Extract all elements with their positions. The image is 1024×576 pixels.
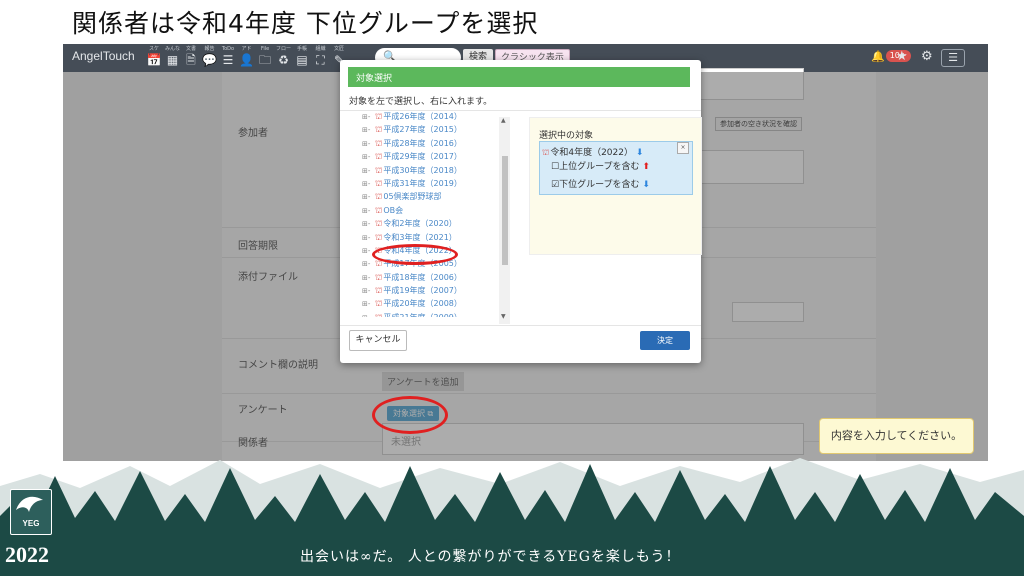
group-icon: ⛫ <box>375 152 383 162</box>
selected-item-label: 令和4年度（2022） <box>550 148 633 158</box>
expand-icon[interactable]: ⊞- <box>362 258 375 271</box>
up-arrow-icon: ⬆ <box>642 162 650 172</box>
expand-icon[interactable]: ⊞- <box>362 178 375 191</box>
include-upper-checkbox[interactable]: ☐ <box>551 162 559 172</box>
expand-icon[interactable]: ⊞- <box>362 138 375 151</box>
target-select-modal: 対象選択 × 対象を左で選択し、右に入れます。 ⊞- ⛫平成26年度（2014） ⊞… <box>340 60 702 363</box>
group-icon: ⛫ <box>375 192 383 202</box>
decide-button[interactable]: 決定 <box>640 331 690 350</box>
scroll-down-icon[interactable]: ▼ <box>501 313 506 320</box>
expand-icon[interactable]: ⊞- <box>362 111 375 124</box>
remove-selected-button[interactable]: × <box>677 142 689 154</box>
close-icon[interactable]: × <box>692 71 700 81</box>
tree-item[interactable]: ⊞- ⛫平成28年度（2016） <box>362 137 509 150</box>
highlight-circle-tree-item <box>372 244 458 265</box>
brand-logo[interactable]: AngelTouch <box>72 49 135 63</box>
selected-title: 選択中の対象 <box>539 131 594 141</box>
modal-title: 対象選択 <box>356 74 393 84</box>
bell-icon: 🔔 <box>871 50 885 63</box>
yeg-logo: YEG <box>10 489 52 535</box>
include-upper-label: 上位グループを含む <box>559 162 640 172</box>
menu-button[interactable]: ☰ <box>941 49 965 67</box>
include-lower-checkbox[interactable]: ☑ <box>551 180 559 190</box>
selected-item-name: ⛫令和4年度（2022） ⬇ <box>542 145 643 158</box>
group-icon: ⛫ <box>375 219 383 229</box>
tree-item[interactable]: ⊞- ⛫平成20年度（2008） <box>362 297 509 310</box>
expand-icon[interactable]: ⊞- <box>362 205 375 218</box>
highlight-circle-select-button <box>372 396 448 434</box>
nav-item-label: 文匠 <box>333 46 344 52</box>
tree-item[interactable]: ⊞- ⛫05倶楽部野球部 <box>362 190 509 203</box>
tree-item-label: 平成30年度（2018） <box>383 165 462 175</box>
group-icon: ⛫ <box>375 272 383 282</box>
tree-item-label: 平成26年度（2014） <box>383 112 462 121</box>
expand-icon[interactable]: ⊞- <box>362 191 375 204</box>
tree-item[interactable]: ⊞- ⛫令和3年度（2021） <box>362 231 509 244</box>
expand-icon[interactable]: ⊞- <box>362 218 375 231</box>
tree-item-label: 令和2年度（2020） <box>383 219 457 229</box>
scrollbar-thumb[interactable] <box>502 156 508 265</box>
tree-item-label: 平成28年度（2016） <box>383 138 462 148</box>
tree-item[interactable]: ⊞- ⛫平成30年度（2018） <box>362 164 509 177</box>
selected-item[interactable]: ⛫令和4年度（2022） ⬇ × ☐上位グループを含む ⬆ ☑下位グループを含む… <box>539 141 693 195</box>
tree-item-label: 令和3年度（2021） <box>383 232 457 242</box>
tree-item[interactable]: ⊞- ⛫平成18年度（2006） <box>362 271 509 284</box>
expand-icon[interactable]: ⊞- <box>362 285 375 298</box>
expand-icon[interactable]: ⊞- <box>362 151 375 164</box>
include-upper-option[interactable]: ☐上位グループを含む ⬆ <box>551 159 650 172</box>
yeg-bird-icon <box>16 496 43 512</box>
expand-icon[interactable]: ⊞- <box>362 272 375 285</box>
down-arrow-icon: ⬇ <box>642 180 650 190</box>
modal-instruction: 対象を左で選択し、右に入れます。 <box>349 97 493 107</box>
tree-item-label: 平成19年度（2007） <box>383 286 462 296</box>
expand-icon[interactable]: ⊞- <box>362 124 375 137</box>
tree-item-label: 平成29年度（2017） <box>383 152 462 162</box>
footer-year: 2022 <box>5 542 49 567</box>
tree-item-label: 平成20年度（2008） <box>383 299 462 309</box>
star-icon[interactable]: ★ <box>896 49 908 64</box>
slide-title: 関係者は令和4年度 下位グループを選択 <box>72 9 539 38</box>
tree-item-label: 平成31年度（2019） <box>383 178 462 188</box>
include-lower-label: 下位グループを含む <box>559 180 640 190</box>
tree-item[interactable]: ⊞- ⛫OB会 <box>362 204 509 217</box>
tree-item[interactable]: ⊞- ⛫平成31年度（2019） <box>362 177 509 190</box>
logo-text: YEG <box>22 519 40 528</box>
tree-item-label: OB会 <box>383 205 404 215</box>
expand-icon[interactable]: ⊞- <box>362 232 375 245</box>
tree-item[interactable]: ⊞- ⛫平成19年度（2007） <box>362 284 509 297</box>
group-icon: ⛫ <box>375 178 383 188</box>
expand-icon[interactable]: ⊞- <box>362 165 375 178</box>
tree-item[interactable]: ⊞- ⛫平成27年度（2015） <box>362 123 509 136</box>
tree-item-label: 平成21年度（2009） <box>383 313 462 317</box>
footer-slogan: 出会いは∞だ。 人との繋がりができるYEGを楽しもう！ <box>300 549 681 565</box>
selected-panel: 選択中の対象 ⛫令和4年度（2022） ⬇ × ☐上位グループを含む ⬆ ☑下位… <box>529 117 702 255</box>
tree-item[interactable]: ⊞-⛫平成21年度（2009） <box>362 311 509 317</box>
tree-item[interactable]: ⊞- ⛫令和2年度（2020） <box>362 217 509 230</box>
group-icon: ⛫ <box>375 232 383 242</box>
group-icon: ⛫ <box>375 125 383 135</box>
expand-icon[interactable]: ⊞- <box>362 298 375 311</box>
cancel-button[interactable]: キャンセル <box>349 330 407 351</box>
group-icon: ⛫ <box>375 112 383 121</box>
tree-item[interactable]: ⊞- ⛫平成29年度（2017） <box>362 150 509 163</box>
tree-item-label: 平成18年度（2006） <box>383 272 462 282</box>
divider <box>340 325 701 326</box>
scroll-up-icon[interactable]: ▲ <box>501 117 506 124</box>
down-arrow-icon: ⬇ <box>635 148 644 158</box>
group-icon: ⛫ <box>375 286 383 296</box>
group-tree[interactable]: ⊞- ⛫平成26年度（2014） ⊞- ⛫平成27年度（2015） ⊞- ⛫平成28年度（… <box>362 110 509 317</box>
tree-item[interactable]: ⊞- ⛫平成26年度（2014） <box>362 110 509 123</box>
group-icon: ⛫ <box>375 313 382 317</box>
group-icon: ⛫ <box>375 205 383 215</box>
gear-icon[interactable]: ⚙ <box>921 49 933 64</box>
include-lower-option[interactable]: ☑下位グループを含む ⬇ <box>551 177 650 190</box>
expand-icon[interactable]: ⊞- <box>362 312 375 317</box>
modal-header: 対象選択 × <box>348 67 700 87</box>
group-icon: ⛫ <box>375 299 383 309</box>
tree-item-label: 05倶楽部野球部 <box>383 192 442 202</box>
group-icon: ⛫ <box>375 138 383 148</box>
tree-item-label: 平成27年度（2015） <box>383 125 462 135</box>
group-icon: ⛫ <box>542 148 550 157</box>
group-icon: ⛫ <box>375 165 383 175</box>
